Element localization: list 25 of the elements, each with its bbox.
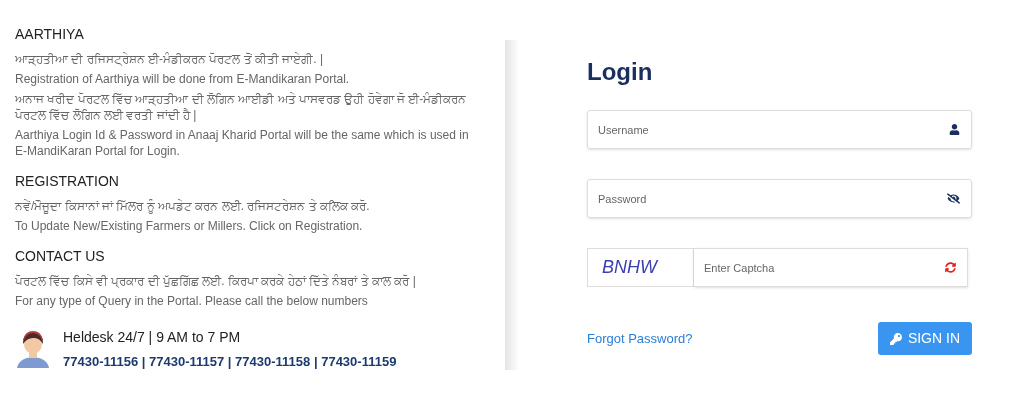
section-heading: CONTACT US	[15, 247, 106, 266]
password-field[interactable]: Password	[587, 179, 972, 218]
captcha-image: BNHW	[587, 248, 694, 287]
refresh-icon[interactable]	[945, 262, 956, 273]
info-text: For any type of Query in the Portal. Please call the below numbers	[15, 293, 369, 309]
sign-in-button[interactable]: SIGN IN	[877, 322, 972, 355]
captcha-field[interactable]: Enter Captcha	[694, 248, 968, 287]
username-field[interactable]: Username	[587, 110, 972, 149]
helpdesk-numbers: 77430-11156 | 77430-11157 | 77430-11158 | 77430-11159	[63, 353, 397, 371]
user-icon	[949, 124, 960, 135]
hide-password-icon[interactable]	[947, 192, 960, 205]
section-heading: AARTHIYA	[15, 25, 85, 44]
login-title: Login	[587, 57, 654, 87]
helpdesk-hours: Heldesk 24/7 | 9 AM to 7 PM	[63, 328, 242, 347]
info-text: ਆੜ੍ਹਤੀਆ ਦੀ ਰਜਿਸਟ੍ਰੇਸ਼ਨ ਈ-ਮੰਡੀਕਰਨ ਪੋਰਟਲ ਤੋਂ ਕੀਤੀ ਜਾਏਗੀ. |	[15, 51, 325, 67]
section-heading: REGISTRATION	[15, 172, 120, 191]
avatar-icon	[15, 330, 51, 369]
forgot-password-link[interactable]: Forgot Password?	[587, 328, 693, 349]
key-icon	[889, 332, 902, 345]
info-text: Registration of Aarthiya will be done from E-Mandikaran Portal.	[15, 71, 351, 87]
info-text: Aarthiya Login Id & Password in Anaaj Kharid Portal will be the same which is used in E-MandiKaran Portal for Login.	[15, 127, 470, 159]
info-text: To Update New/Existing Farmers or Millers. Click on Registration.	[15, 218, 364, 234]
info-text: ਨਵੇਂ/ਮੌਜੂਦਾ ਕਿਸਾਨਾਂ ਜਾਂ ਮਿੱਲਰ ਨੂੰ ਅਪਡੇਟ ਕਰਨ ਲਈ. ਰਜਿਸਟਰੇਸ਼ਨ ਤੇ ਕਲਿਕ ਕਰੋ.	[15, 198, 371, 214]
info-text: ਅਨਾਜ ਖਰੀਦ ਪੋਰਟਲ ਵਿੱਚ ਆੜ੍ਹਤੀਆ ਦੀ ਲੋਗਿਨ ਆਈਡੀ ਅਤੇ ਪਾਸਵਰਡ ਉਹੀ ਹੋਵੇਗਾ ਜੋ ਈ-ਮੰਡੀਕਰਨ ਪੋਰਟਲ ਵਿੱਚ ਲੋਗਿਨ ਲਈ ਵਰਤੀ ਜਾਂਦੀ ਹੈ |	[15, 91, 468, 123]
info-text: ਪੋਰਟਲ ਵਿੱਚ ਕਿਸੇ ਵੀ ਪ੍ਰਕਾਰ ਦੀ ਪੁੱਛਗਿੱਛ ਲਈ. ਕਿਰਪਾ ਕਰਕੇ ਹੇਠਾਂ ਦਿੱਤੇ ਨੰਬਰਾਂ ਤੇ ਕਾਲ ਕਰੋ |	[15, 273, 417, 289]
